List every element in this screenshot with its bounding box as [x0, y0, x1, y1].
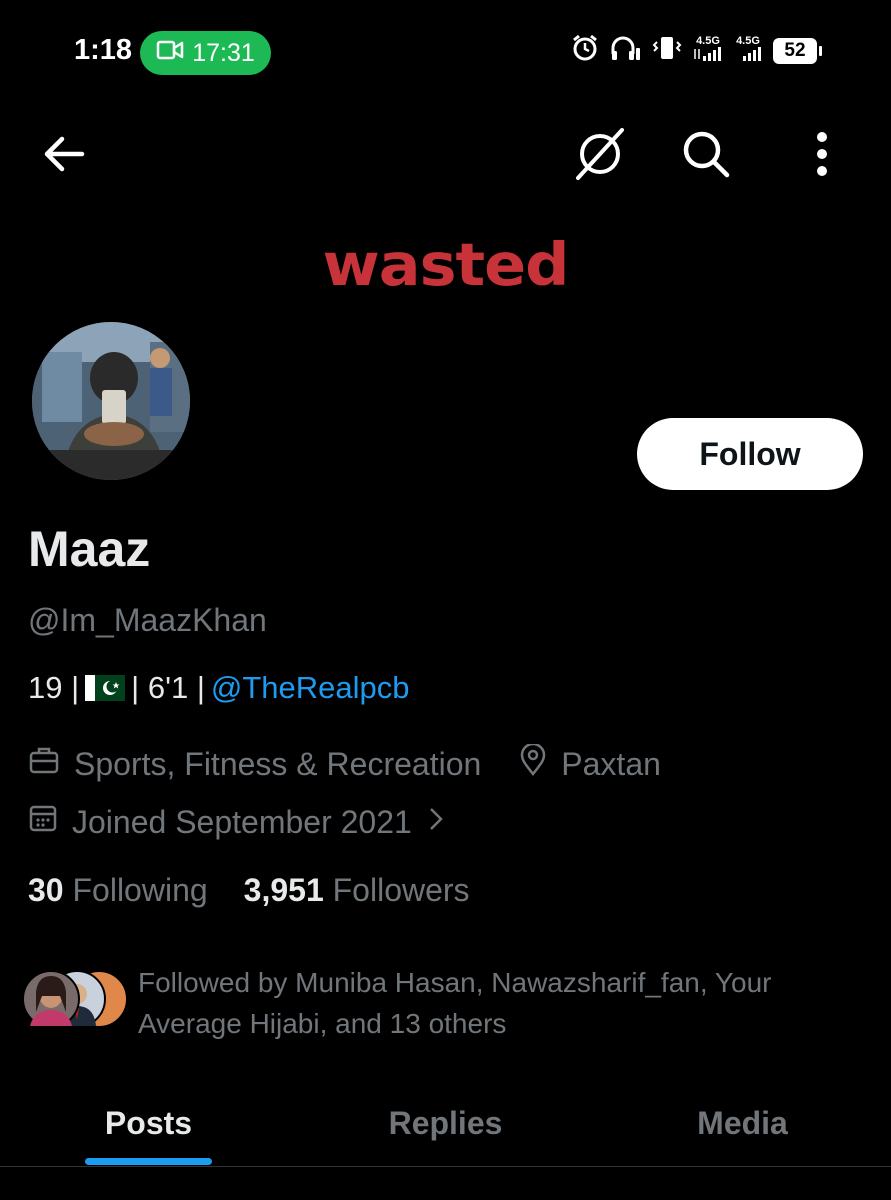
back-button[interactable] [34, 126, 94, 186]
profile-meta-row-1: Sports, Fitness & Recreation Paxtan [28, 742, 661, 784]
followed-by-text[interactable]: Followed by Muniba Hasan, Nawazsharif_fa… [138, 962, 858, 1044]
profile-joined-row[interactable]: Joined September 2021 [28, 803, 446, 841]
bio-middle: | 6'1 | [131, 670, 205, 705]
follower-avatar-1 [22, 970, 80, 1028]
back-arrow-icon [42, 134, 86, 179]
vibrate-icon [651, 34, 683, 67]
grok-icon [572, 126, 628, 187]
calendar-icon [28, 803, 58, 841]
follow-button[interactable]: Follow [637, 418, 863, 490]
briefcase-icon [28, 745, 60, 783]
bio-mention-link[interactable]: @TheRealpcb [211, 670, 410, 706]
followers-label: Followers [332, 872, 470, 908]
profile-avatar[interactable] [28, 318, 194, 484]
search-icon [681, 129, 731, 184]
profile-name: Maaz [28, 521, 151, 577]
profile-category: Sports, Fitness & Recreation [74, 745, 482, 782]
following-count: 30 [28, 872, 64, 908]
following-label: Following [72, 872, 208, 908]
followers-count: 3,951 [243, 872, 324, 908]
profile-location: Paxtan [561, 745, 661, 782]
battery-indicator: 52 [773, 37, 822, 64]
active-tab-indicator [85, 1158, 212, 1165]
tab-replies[interactable]: Replies [297, 1080, 594, 1166]
pakistan-flag-icon [85, 675, 126, 701]
profile-handle: @Im_MaazKhan [28, 602, 267, 638]
more-vertical-icon [816, 131, 828, 181]
search-button[interactable] [676, 126, 736, 186]
followers-link[interactable]: 3,951 Followers [244, 872, 470, 909]
more-options-button[interactable] [792, 126, 852, 186]
tabs-divider [0, 1166, 891, 1167]
header-banner-text: wasted [322, 229, 569, 300]
grok-button[interactable] [570, 126, 630, 186]
status-time: 1:18 [74, 34, 133, 66]
profile-stats: 30 Following 3,951 Followers [28, 872, 470, 909]
bio-prefix: 19 | [28, 670, 80, 705]
profile-bio: 19 | | 6'1 | @TheRealpcb [28, 670, 410, 706]
tab-posts[interactable]: Posts [0, 1080, 297, 1166]
followed-by-avatars[interactable] [22, 970, 132, 1028]
following-link[interactable]: 30 Following [28, 872, 208, 909]
status-icons: 4.5G 4.5G 52 [571, 34, 822, 67]
call-duration: 17:31 [192, 38, 255, 67]
ongoing-call-pill[interactable]: 17:31 [140, 31, 271, 75]
profile-joined: Joined September 2021 [72, 803, 412, 840]
signal-2: 4.5G [733, 35, 763, 66]
alarm-icon [571, 34, 599, 67]
tab-media[interactable]: Media [594, 1080, 891, 1166]
profile-tabs: Posts Replies Media [0, 1080, 891, 1166]
chevron-right-icon [426, 804, 446, 841]
headphones-icon [609, 34, 641, 67]
signal-1: 4.5G [693, 35, 723, 66]
location-pin-icon [519, 742, 547, 784]
video-call-icon [156, 39, 184, 68]
